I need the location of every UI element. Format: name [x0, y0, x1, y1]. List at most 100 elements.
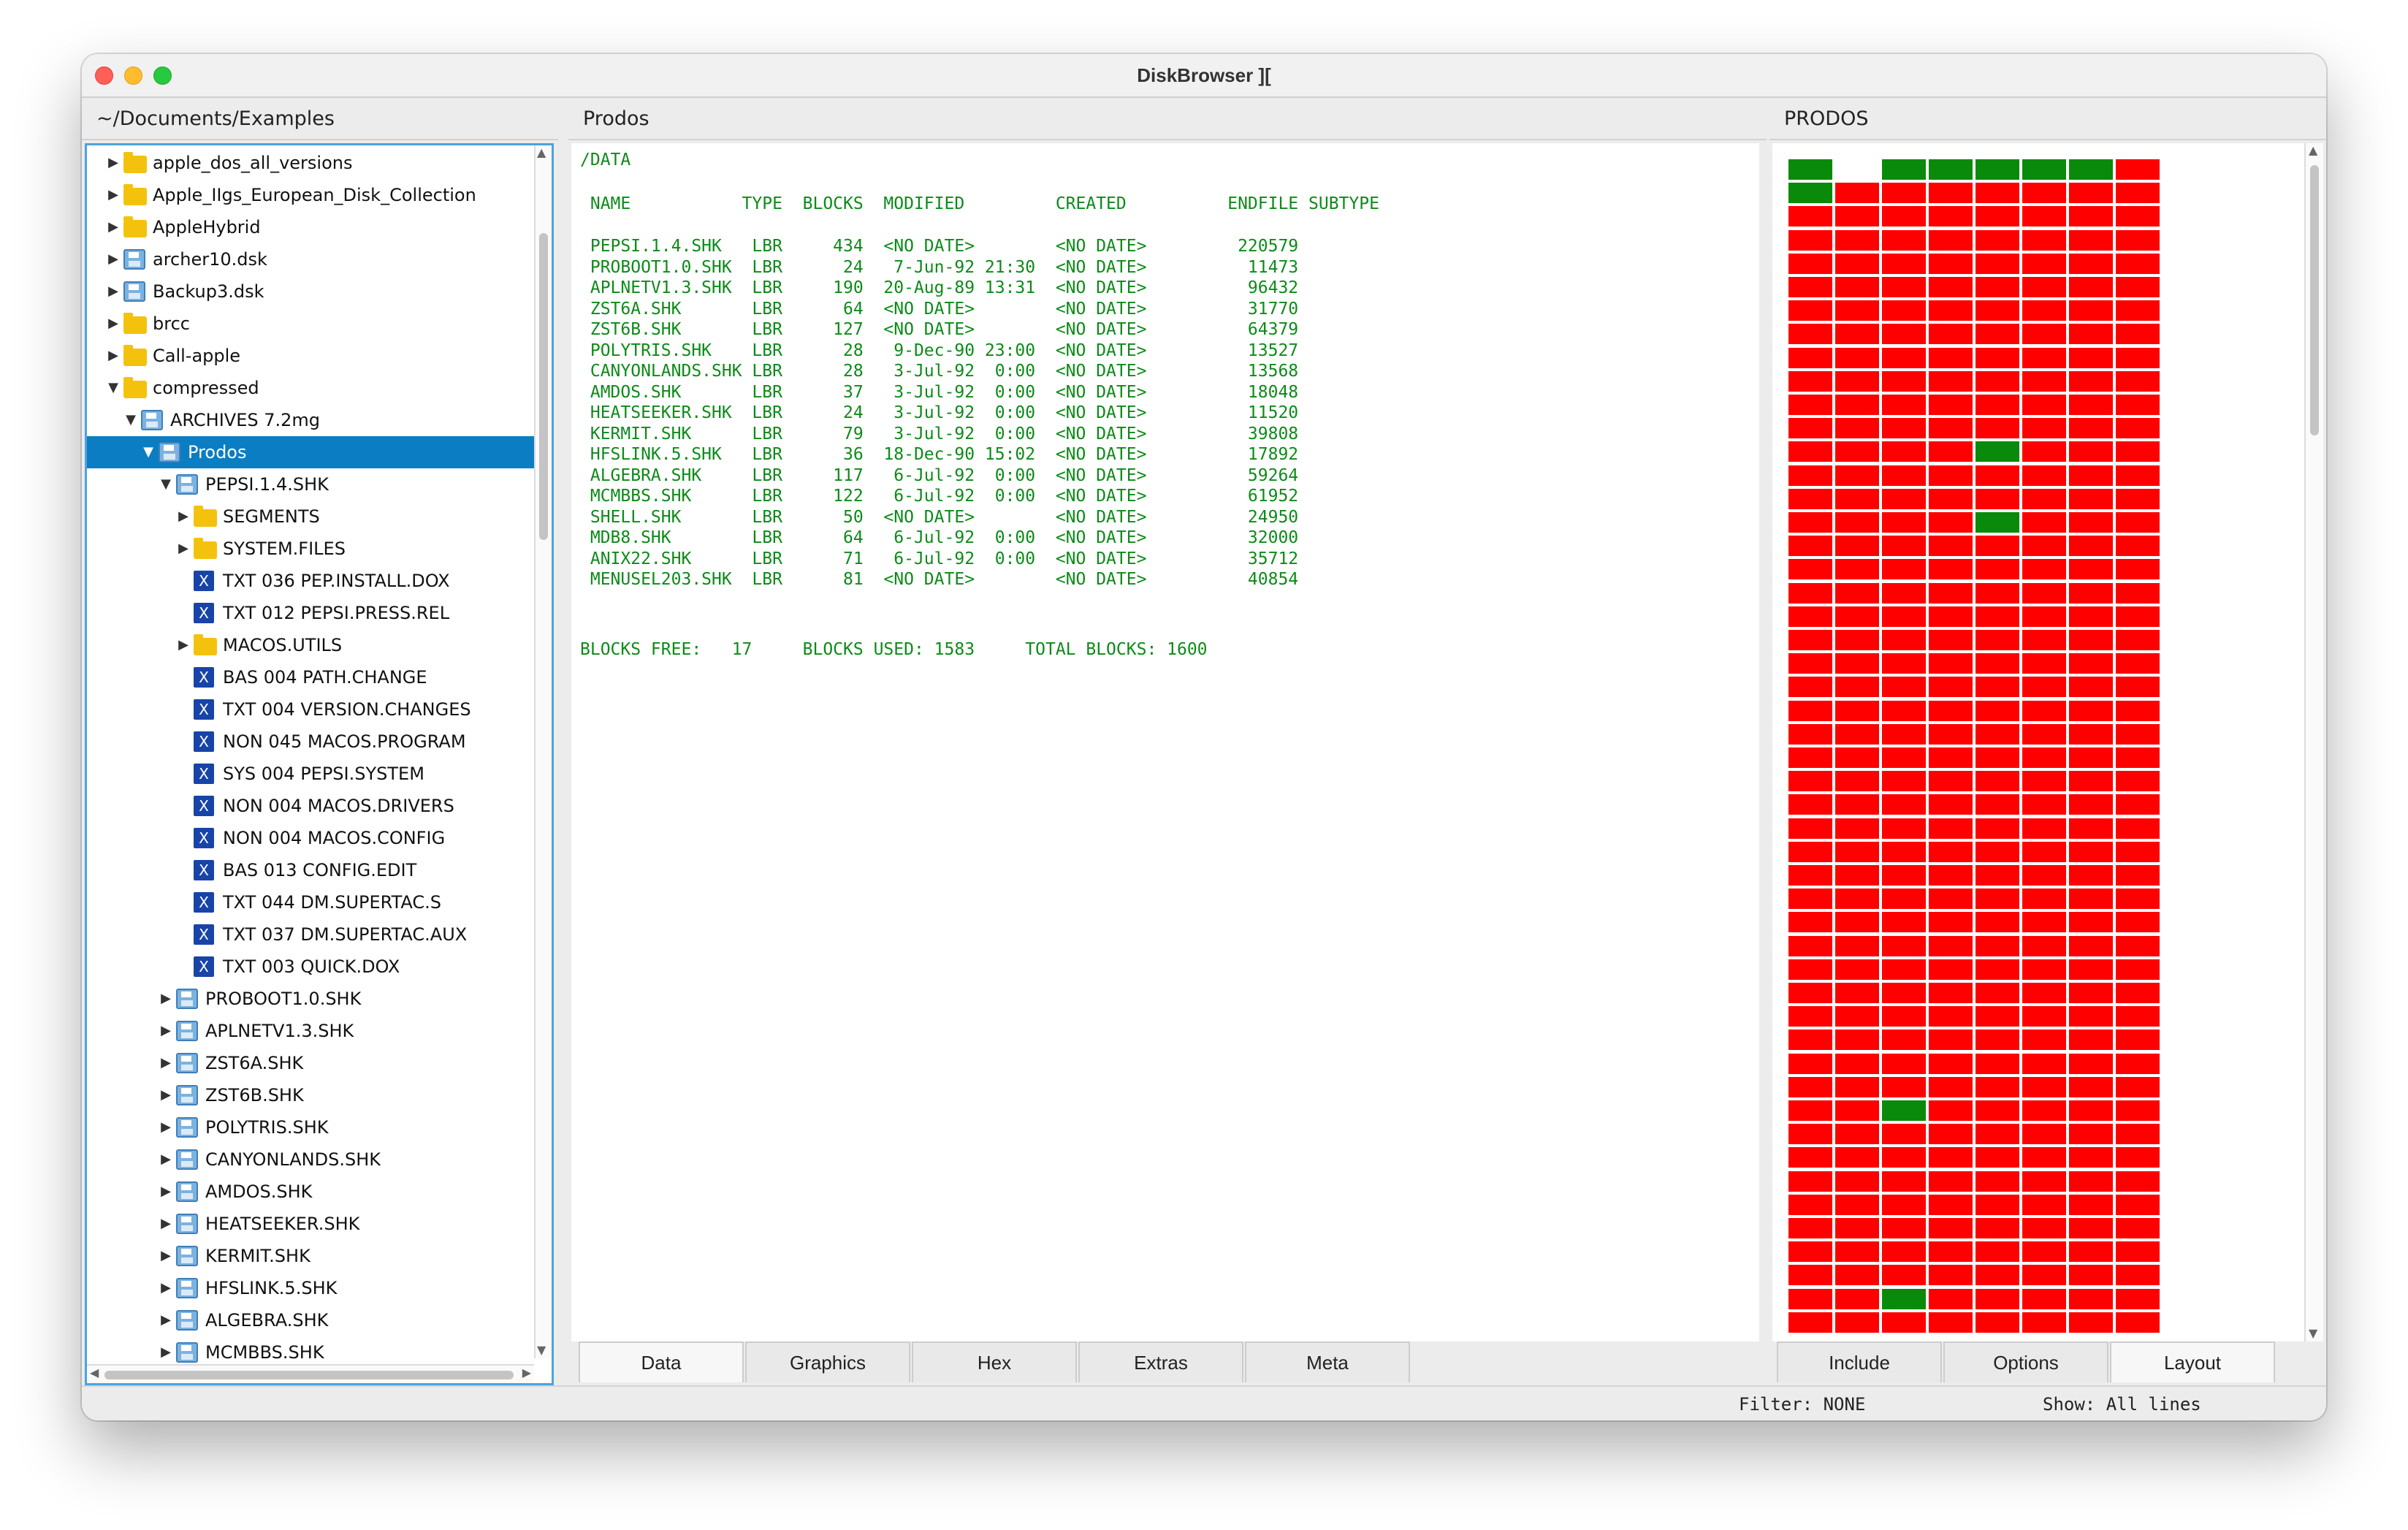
block-cell-used[interactable]: [2068, 1287, 2114, 1311]
block-cell-used[interactable]: [2021, 463, 2068, 487]
block-cell-used[interactable]: [1787, 416, 1834, 441]
block-cell-used[interactable]: [1927, 769, 1974, 793]
data-listing[interactable]: /DATA NAME TYPE BLOCKS MODIFIED CREATED …: [571, 143, 1759, 1341]
block-cell-used[interactable]: [1834, 1310, 1881, 1334]
block-cell-used[interactable]: [1787, 251, 1834, 275]
block-cell-used[interactable]: [2114, 1051, 2161, 1076]
tree-row[interactable]: X BAS 013 CONFIG.EDIT: [87, 854, 540, 886]
block-cell-used[interactable]: [1974, 1217, 2021, 1240]
block-cell-used[interactable]: [1834, 322, 1881, 346]
block-cell-used[interactable]: [1834, 440, 1881, 464]
block-cell-used[interactable]: [1834, 1122, 1881, 1146]
block-cell-used[interactable]: [1787, 1169, 1834, 1193]
tree-row[interactable]: X TXT 037 DM.SUPERTAC.AUX: [87, 918, 540, 951]
tree-vertical-scrollbar[interactable]: ▲ ▼: [534, 145, 552, 1358]
block-cell-used[interactable]: [1834, 722, 1881, 746]
tab-data[interactable]: Data: [579, 1341, 744, 1382]
block-cell-used[interactable]: [1974, 604, 2021, 628]
block-cell-used[interactable]: [1927, 322, 1974, 346]
block-cell-used[interactable]: [1834, 699, 1881, 723]
block-cell-used[interactable]: [1787, 511, 1834, 534]
tree-row[interactable]: ▼ Prodos: [87, 436, 540, 468]
tree-row[interactable]: ▶ KERMIT.SHK: [87, 1240, 540, 1272]
block-cell-used[interactable]: [1974, 957, 2021, 981]
block-cell-used[interactable]: [1787, 1099, 1834, 1122]
block-cell-used[interactable]: [2068, 887, 2114, 911]
block-cell-used[interactable]: [1927, 604, 1974, 628]
block-cell-used[interactable]: [2021, 1051, 2068, 1076]
block-cell-used[interactable]: [2021, 487, 2068, 511]
block-cell-used[interactable]: [2021, 604, 2068, 628]
block-cell-used[interactable]: [1834, 557, 1881, 582]
tree-row[interactable]: X NON 004 MACOS.CONFIG: [87, 822, 540, 854]
block-cell-used[interactable]: [1927, 934, 1974, 958]
block-cell-used[interactable]: [1927, 652, 1974, 676]
block-cell-used[interactable]: [1927, 1099, 1974, 1122]
block-cell-used[interactable]: [1974, 299, 2021, 323]
block-cell-used[interactable]: [1834, 793, 1881, 817]
block-cell-used[interactable]: [1881, 463, 1927, 487]
block-cell-used[interactable]: [2114, 957, 2161, 981]
tree-row[interactable]: X TXT 044 DM.SUPERTAC.S: [87, 886, 540, 918]
block-cell-used[interactable]: [1787, 1146, 1834, 1170]
block-cell-used[interactable]: [2068, 1240, 2114, 1264]
block-cell-used[interactable]: [1787, 440, 1834, 464]
block-cell-used[interactable]: [2068, 487, 2114, 511]
block-cell-used[interactable]: [2114, 1075, 2161, 1099]
tree-row[interactable]: X BAS 004 PATH.CHANGE: [87, 661, 540, 693]
block-cell-used[interactable]: [2068, 1169, 2114, 1193]
block-cell-used[interactable]: [1787, 1122, 1834, 1146]
map-scroll-thumb[interactable]: [2310, 165, 2319, 435]
block-cell-used[interactable]: [2068, 322, 2114, 346]
block-cell-used[interactable]: [1787, 322, 1834, 346]
tree-row[interactable]: ▶ ZST6A.SHK: [87, 1047, 540, 1079]
block-cell-used[interactable]: [1927, 628, 1974, 652]
block-cell-used[interactable]: [2068, 393, 2114, 416]
block-cell-used[interactable]: [1787, 534, 1834, 558]
block-cell-used[interactable]: [1927, 1192, 1974, 1217]
tree-row[interactable]: ▶ Call-apple: [87, 340, 540, 372]
block-cell-used[interactable]: [2021, 1287, 2068, 1311]
block-cell-used[interactable]: [2068, 628, 2114, 652]
block-cell-used[interactable]: [2114, 1310, 2161, 1334]
block-cell-used[interactable]: [1881, 722, 1927, 746]
block-cell-used[interactable]: [2114, 205, 2161, 229]
expand-arrow-icon[interactable]: ▶: [106, 243, 121, 275]
expand-arrow-icon[interactable]: ▶: [106, 275, 121, 308]
block-cell-used[interactable]: [2068, 251, 2114, 275]
block-cell-free[interactable]: [1881, 158, 1927, 181]
block-cell-used[interactable]: [1834, 251, 1881, 275]
block-cell-used[interactable]: [2068, 769, 2114, 793]
block-cell-free[interactable]: [1787, 181, 1834, 205]
block-cell-used[interactable]: [1834, 1240, 1881, 1264]
block-cell-used[interactable]: [1974, 793, 2021, 817]
block-cell-used[interactable]: [1834, 1169, 1881, 1193]
block-cell-used[interactable]: [1927, 275, 1974, 299]
block-cell-used[interactable]: [1834, 393, 1881, 416]
block-cell-used[interactable]: [2068, 1075, 2114, 1099]
expand-arrow-icon[interactable]: ▶: [159, 983, 173, 1015]
block-cell-used[interactable]: [2021, 1075, 2068, 1099]
block-cell-used[interactable]: [1881, 581, 1927, 605]
block-cell-used[interactable]: [2114, 275, 2161, 299]
block-cell-used[interactable]: [1881, 1146, 1927, 1170]
block-cell-used[interactable]: [1881, 557, 1927, 582]
block-cell-used[interactable]: [1881, 487, 1927, 511]
block-cell-used[interactable]: [2114, 440, 2161, 464]
block-cell-used[interactable]: [1927, 181, 1974, 205]
expand-arrow-icon[interactable]: ▶: [159, 1047, 173, 1079]
block-cell-used[interactable]: [2021, 181, 2068, 205]
block-cell-used[interactable]: [2021, 652, 2068, 676]
block-cell-used[interactable]: [1881, 887, 1927, 911]
block-cell-used[interactable]: [2021, 393, 2068, 416]
block-cell-used[interactable]: [1974, 934, 2021, 958]
block-cell-used[interactable]: [2068, 181, 2114, 205]
expand-arrow-icon[interactable]: ▶: [159, 1208, 173, 1240]
block-cell-used[interactable]: [2068, 511, 2114, 534]
block-cell-used[interactable]: [1787, 275, 1834, 299]
block-cell-used[interactable]: [1787, 393, 1834, 416]
block-cell-used[interactable]: [1974, 1240, 2021, 1264]
block-cell-used[interactable]: [1834, 463, 1881, 487]
block-cell-used[interactable]: [2114, 1146, 2161, 1170]
block-cell-used[interactable]: [2068, 463, 2114, 487]
